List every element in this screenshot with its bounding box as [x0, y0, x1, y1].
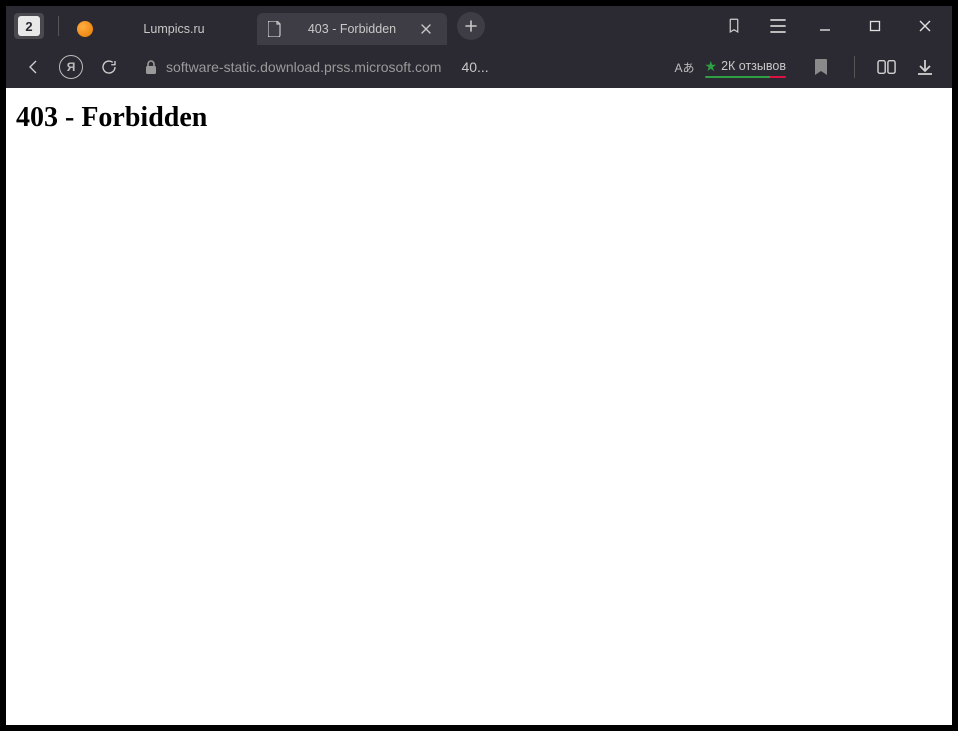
- page-content: 403 - Forbidden: [6, 88, 952, 725]
- url-page-title: 40...: [461, 59, 488, 75]
- tab-lumpics[interactable]: Lumpics.ru: [67, 13, 257, 45]
- url-input[interactable]: software-static.download.prss.microsoft.…: [136, 51, 794, 83]
- browser-window: 2 Lumpics.ru 403 - Forbidden: [6, 6, 952, 725]
- url-host: software-static.download.prss.microsoft.…: [166, 59, 441, 75]
- titlebar-actions: [714, 8, 948, 44]
- downloads-button[interactable]: [908, 50, 942, 84]
- yandex-icon: Я: [59, 55, 83, 79]
- home-tabs-button[interactable]: 2: [14, 13, 44, 39]
- orange-circle-icon: [77, 21, 93, 37]
- addressbar: Я software-static.download.prss.microsof…: [6, 46, 952, 88]
- document-icon: [267, 21, 283, 37]
- lock-icon: [144, 59, 158, 75]
- window-close-button[interactable]: [902, 8, 948, 44]
- star-icon: ★: [705, 59, 718, 73]
- back-button[interactable]: [16, 50, 50, 84]
- yandex-home-button[interactable]: Я: [54, 50, 88, 84]
- tab-count-badge: 2: [18, 16, 40, 36]
- titlebar: 2 Lumpics.ru 403 - Forbidden: [6, 6, 952, 46]
- toolbar-divider: [842, 50, 866, 84]
- menu-icon[interactable]: [758, 11, 798, 41]
- bookmark-page-button[interactable]: [804, 50, 838, 84]
- reload-button[interactable]: [92, 50, 126, 84]
- window-maximize-button[interactable]: [852, 8, 898, 44]
- translate-icon[interactable]: Aあ: [675, 59, 695, 76]
- tab-403-forbidden[interactable]: 403 - Forbidden: [257, 13, 447, 45]
- tab-strip: Lumpics.ru 403 - Forbidden: [67, 6, 714, 46]
- tab-title: 403 - Forbidden: [293, 22, 411, 36]
- window-minimize-button[interactable]: [802, 8, 848, 44]
- tab-title: Lumpics.ru: [103, 22, 245, 36]
- divider: [58, 16, 59, 36]
- reviews-text: 2К отзывов: [721, 59, 786, 73]
- reviews-indicator[interactable]: ★ 2К отзывов: [705, 59, 786, 75]
- close-icon[interactable]: [417, 20, 435, 38]
- bookmarks-icon[interactable]: [714, 11, 754, 41]
- extensions-button[interactable]: [870, 50, 904, 84]
- new-tab-button[interactable]: [457, 12, 485, 40]
- error-heading: 403 - Forbidden: [16, 102, 942, 134]
